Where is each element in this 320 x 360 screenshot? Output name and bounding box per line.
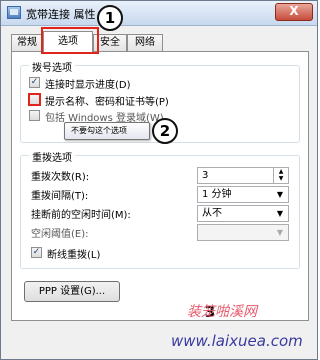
redial-attempts-input[interactable]: 3 ▲ ▼ <box>197 167 289 184</box>
tab-general[interactable]: 常规 <box>11 34 43 52</box>
chevron-down-icon: ▼ <box>276 209 284 218</box>
tab-network[interactable]: 网络 <box>127 34 163 52</box>
prompt-credentials-label: 提示名称、密码和证书等(P) <box>45 97 169 108</box>
redial-interval-value: 1 分钟 <box>202 189 232 200</box>
idle-threshold-label: 空闲阈值(E): <box>31 229 89 240</box>
network-connection-icon <box>7 6 21 19</box>
redial-attempts-label: 重拨次数(R): <box>31 172 90 183</box>
idle-time-value: 从不 <box>202 208 222 219</box>
redial-options-label: 重拨选项 <box>29 149 75 164</box>
include-domain-checkbox[interactable] <box>29 110 40 121</box>
idle-time-select[interactable]: 从不 ▼ <box>197 205 289 222</box>
chevron-down-icon: ▼ <box>276 190 284 199</box>
idle-threshold-select[interactable]: ▼ <box>197 224 289 241</box>
redial-on-drop-label: 断线重拨(L) <box>47 250 101 261</box>
redial-interval-label: 重拨间隔(T): <box>31 191 89 202</box>
chevron-down-icon: ▼ <box>276 228 284 237</box>
callout-2: 2 <box>152 118 178 144</box>
redial-attempts-value: 3 <box>202 170 209 181</box>
show-progress-label: 连接时显示进度(D) <box>45 80 131 91</box>
idle-time-label: 挂断前的空闲时间(M): <box>31 210 131 221</box>
options-panel: 拨号选项 ✓ 连接时显示进度(D) 提示名称、密码和证书等(P) 包括 Wind… <box>11 51 309 321</box>
prompt-credentials-checkbox[interactable] <box>28 93 41 106</box>
watermark-logo-text: 装笼啪溪网 <box>187 304 257 320</box>
redial-interval-select[interactable]: 1 分钟 ▼ <box>197 186 289 203</box>
window-title: 宽带连接 属性 <box>26 8 96 21</box>
dial-options-label: 拨号选项 <box>29 59 75 74</box>
title-bar: 宽带连接 属性 X <box>1 1 317 26</box>
watermark-url: www.laixuea.com <box>171 332 303 350</box>
tooltip-note: 不要勾这个选项 <box>64 122 150 140</box>
redial-on-drop-checkbox[interactable]: ✓ <box>31 247 42 258</box>
spinner-arrows-icon[interactable]: ▲ ▼ <box>273 168 288 183</box>
tab-highlight-box <box>41 27 99 54</box>
close-button[interactable]: X <box>275 3 313 21</box>
ppp-settings-button[interactable]: PPP 设置(G)... <box>24 281 120 302</box>
callout-1: 1 <box>97 5 123 31</box>
show-progress-checkbox[interactable]: ✓ <box>29 77 40 88</box>
redial-options-group: 重拨选项 重拨次数(R): 3 ▲ ▼ 重拨间隔(T): 1 分钟 ▼ 挂断前的空… <box>20 149 300 269</box>
properties-window: 宽带连接 属性 X 常规 选项 安全 网络 1 拨号选项 ✓ 连接时显示进度(D… <box>0 0 318 360</box>
